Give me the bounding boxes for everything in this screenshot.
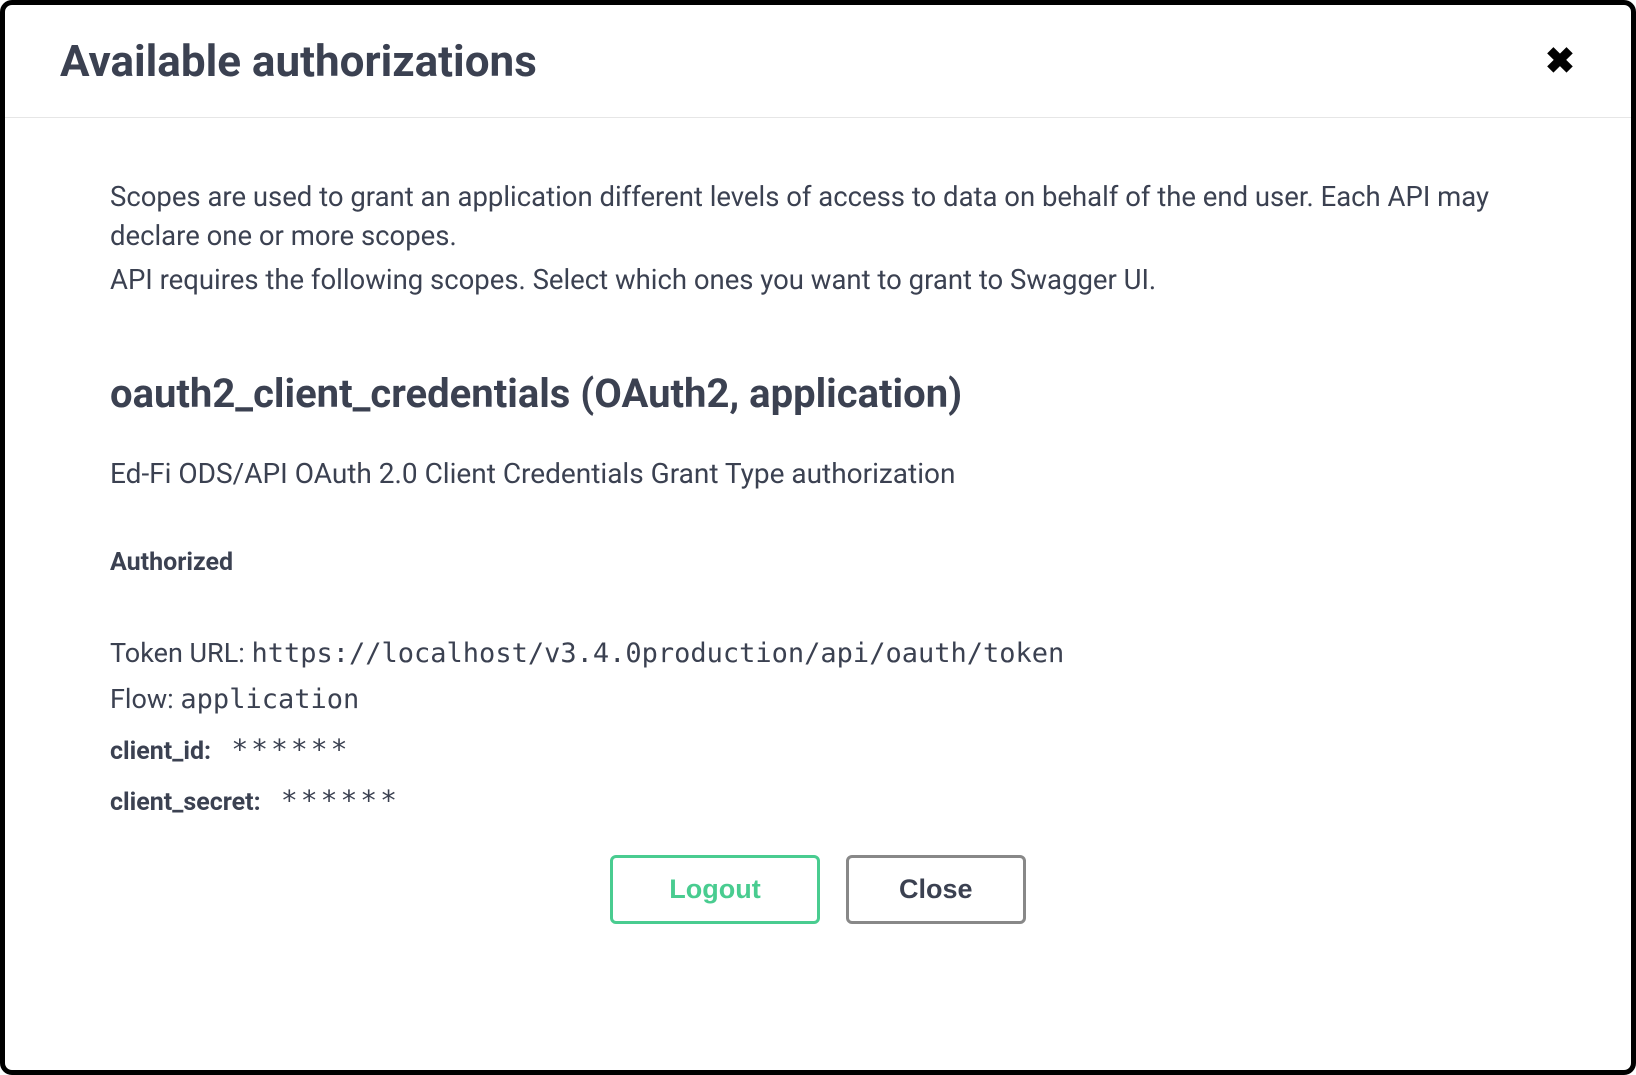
flow-row: Flow: application [110, 683, 1526, 715]
button-row: Logout Close [110, 855, 1526, 924]
close-button[interactable]: Close [846, 855, 1026, 924]
scopes-intro-line2: API requires the following scopes. Selec… [110, 261, 1526, 300]
scheme-description: Ed-Fi ODS/API OAuth 2.0 Client Credentia… [110, 457, 1526, 490]
scopes-intro-line1: Scopes are used to grant an application … [110, 178, 1510, 255]
scheme-title: oauth2_client_credentials (OAuth2, appli… [110, 370, 1526, 417]
client-id-label: client_id: [110, 737, 211, 766]
close-icon[interactable]: ✖ [1539, 43, 1581, 79]
flow-label: Flow: [110, 683, 174, 715]
client-id-row: client_id: ****** [110, 733, 1526, 766]
client-secret-row: client_secret: ****** [110, 784, 1526, 817]
modal-body: Scopes are used to grant an application … [5, 118, 1631, 1070]
token-url-value: https://localhost/v3.4.0production/api/o… [251, 638, 1064, 669]
auth-status: Authorized [110, 548, 1526, 577]
token-url-row: Token URL: https://localhost/v3.4.0produ… [110, 637, 1526, 669]
flow-value: application [180, 684, 359, 715]
modal-header: Available authorizations ✖ [5, 5, 1631, 118]
client-id-value: ****** [231, 733, 350, 766]
logout-button[interactable]: Logout [610, 855, 819, 924]
token-url-label: Token URL: [110, 637, 245, 669]
client-secret-value: ****** [281, 784, 400, 817]
modal-title: Available authorizations [60, 35, 537, 87]
client-secret-label: client_secret: [110, 788, 261, 817]
authorization-modal: Available authorizations ✖ Scopes are us… [0, 0, 1636, 1075]
